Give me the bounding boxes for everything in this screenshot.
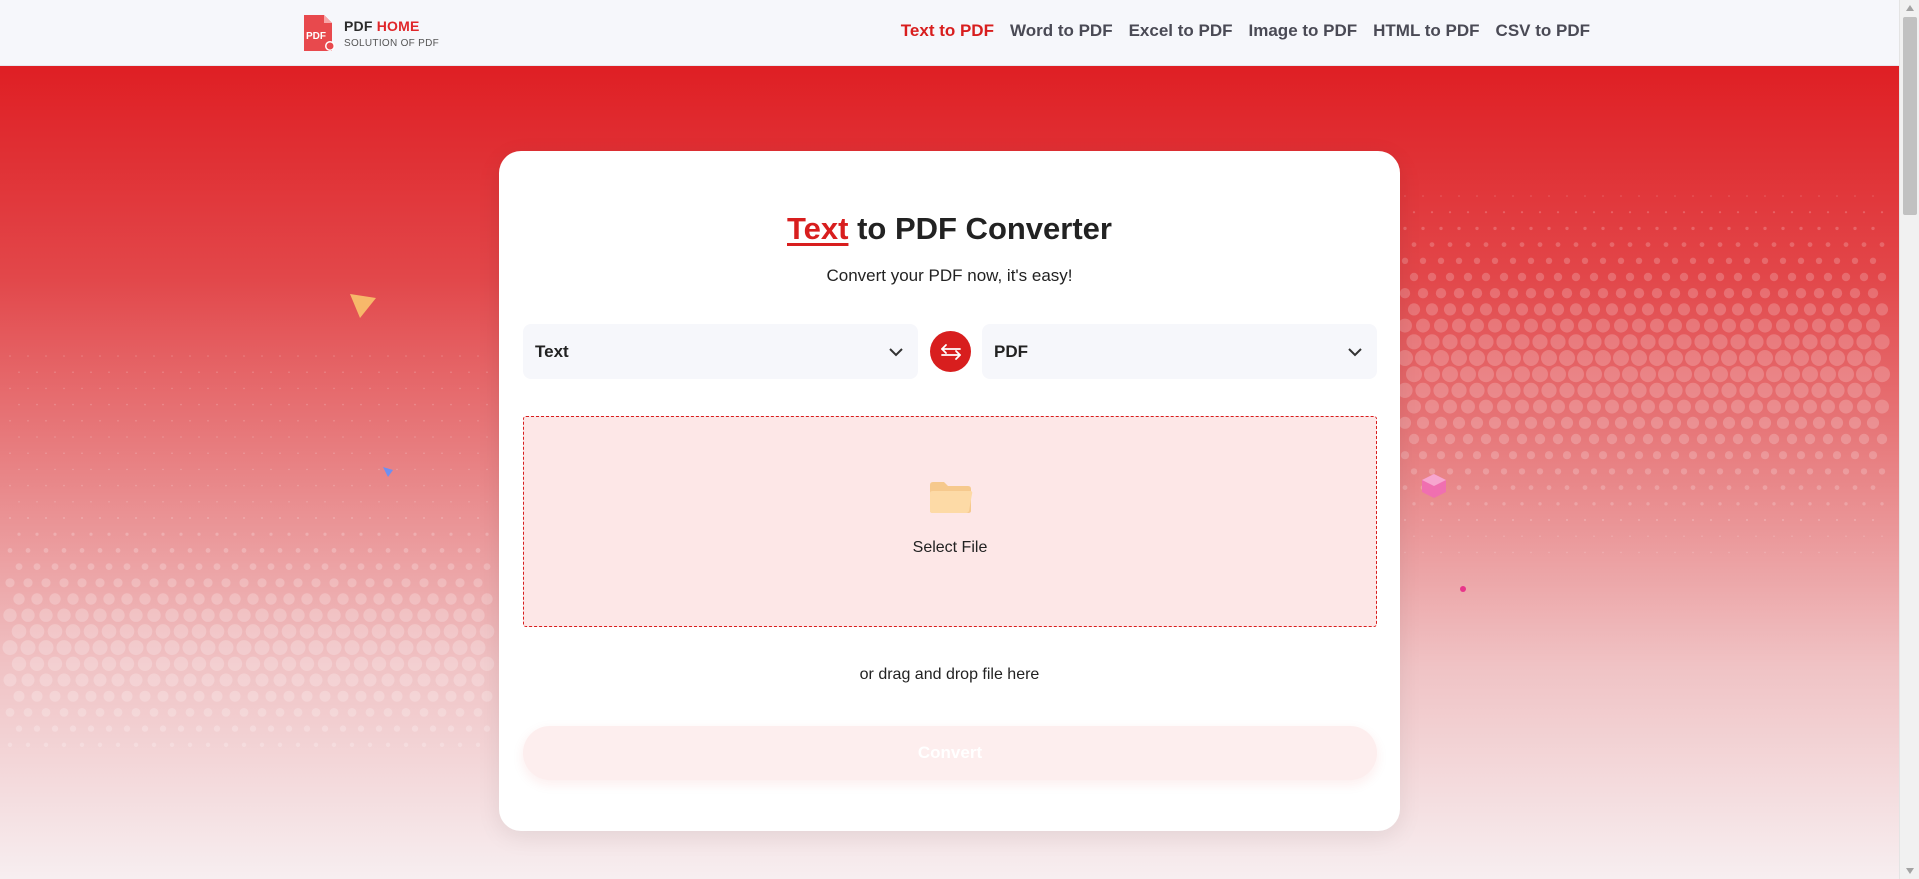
top-navbar: PDF PDF HOME SOLUTION OF PDF Text to PDF… [0, 0, 1899, 66]
convert-button[interactable]: Convert [523, 726, 1377, 780]
confetti-dot [1460, 586, 1466, 592]
brand-name: PDF [344, 17, 377, 34]
file-dropzone[interactable]: Select File [523, 416, 1377, 627]
nav-image-to-pdf[interactable]: Image to PDF [1249, 21, 1358, 41]
page: PDF PDF HOME SOLUTION OF PDF Text to PDF… [0, 0, 1919, 879]
title-highlight: Text [787, 211, 849, 246]
scroll-up-arrow-icon[interactable] [1900, 0, 1919, 16]
folder-icon [930, 482, 973, 513]
swap-formats-button[interactable] [930, 331, 971, 372]
page-subtitle: Convert your PDF now, it's easy! [826, 266, 1073, 285]
drag-drop-hint: or drag and drop file here [859, 666, 1040, 683]
confetti-shape [350, 294, 376, 318]
to-format-value: PDF [994, 341, 1028, 361]
main-nav: Text to PDF Word to PDF Excel to PDF Ima… [901, 21, 1590, 41]
page-title: Text to PDF Converter [499, 211, 1400, 247]
logo-badge-text: PDF [306, 31, 326, 42]
from-format-value: Text [535, 341, 569, 361]
title-rest: to PDF Converter [848, 211, 1112, 246]
from-format-select[interactable]: Text [523, 324, 918, 379]
pdf-file-icon: PDF [302, 13, 336, 53]
nav-word-to-pdf[interactable]: Word to PDF [1010, 21, 1113, 41]
converter-card: Text to PDF Converter Convert your PDF n… [499, 151, 1400, 831]
confetti-shape [383, 467, 393, 477]
to-format-select[interactable]: PDF [982, 324, 1377, 379]
site-logo[interactable]: PDF PDF HOME SOLUTION OF PDF [302, 13, 439, 53]
brand-name-accent: HOME [376, 17, 420, 34]
nav-csv-to-pdf[interactable]: CSV to PDF [1496, 21, 1590, 41]
swap-arrows-icon [940, 343, 961, 360]
vertical-scrollbar[interactable] [1899, 0, 1919, 879]
chevron-down-icon [1348, 347, 1362, 356]
chevron-down-icon [889, 347, 903, 356]
nav-html-to-pdf[interactable]: HTML to PDF [1373, 21, 1479, 41]
confetti-cube [1422, 474, 1446, 498]
nav-excel-to-pdf[interactable]: Excel to PDF [1129, 21, 1233, 41]
brand-tagline: SOLUTION OF PDF [344, 37, 440, 49]
scrollbar-thumb[interactable] [1903, 17, 1917, 215]
select-file-label[interactable]: Select File [524, 539, 1376, 557]
nav-text-to-pdf[interactable]: Text to PDF [901, 21, 994, 41]
scroll-down-arrow-icon[interactable] [1900, 863, 1919, 879]
